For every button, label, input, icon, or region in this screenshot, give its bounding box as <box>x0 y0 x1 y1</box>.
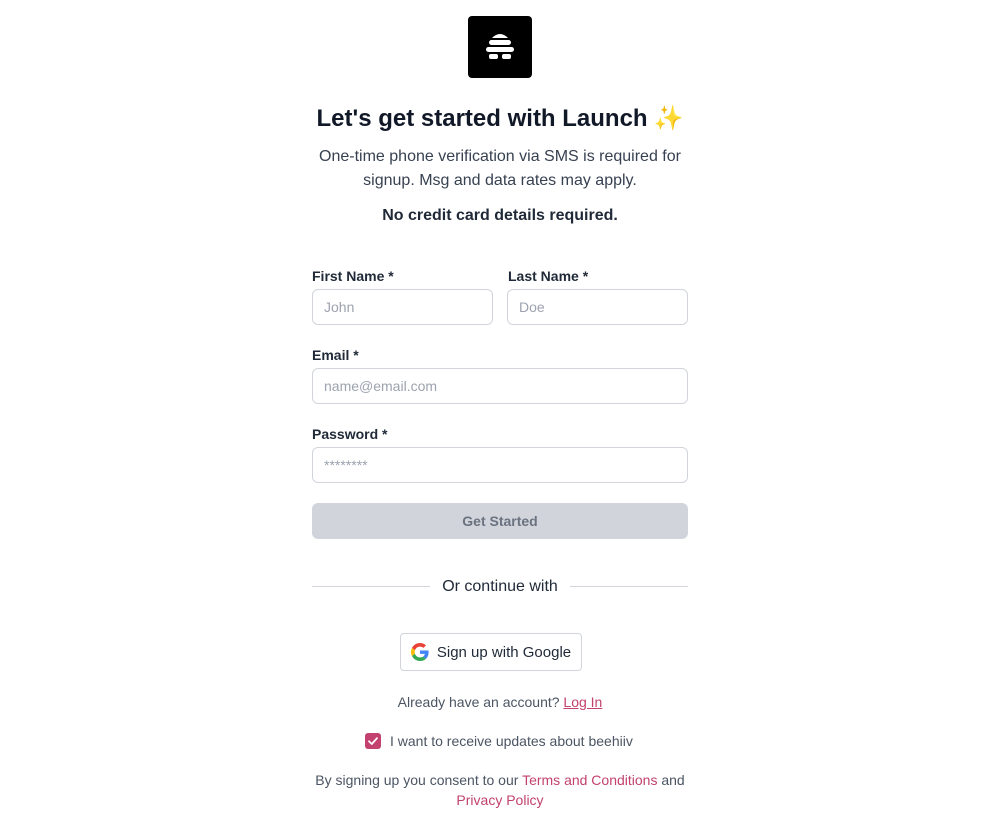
beehive-logo-icon <box>468 16 532 78</box>
divider-text: Or continue with <box>442 578 558 595</box>
page-subtitle: One-time phone verification via SMS is r… <box>319 148 681 189</box>
checkmark-icon <box>368 737 378 745</box>
updates-checkbox[interactable] <box>365 733 381 749</box>
divider-line-left <box>312 586 430 587</box>
terms-link[interactable]: Terms and Conditions <box>522 772 657 788</box>
sparkle-icon: ✨ <box>653 105 684 132</box>
google-signup-button[interactable]: Sign up with Google <box>400 633 582 671</box>
consent-text: By signing up you consent to our Terms a… <box>315 772 685 808</box>
google-icon <box>410 643 429 661</box>
email-input[interactable] <box>312 368 688 404</box>
page-title: Let's get started with Launch ✨ <box>316 105 684 132</box>
login-link[interactable]: Log In <box>563 694 602 710</box>
updates-checkbox-label: I want to receive updates about beehiiv <box>390 733 633 749</box>
google-signup-label: Sign up with Google <box>436 643 572 661</box>
no-credit-card-notice: No credit card details required. <box>382 207 618 224</box>
signup-page: Let's get started with Launch ✨ One-time … <box>0 0 1000 823</box>
last-name-label: Last Name * <box>508 268 589 284</box>
get-started-button[interactable]: Get Started <box>312 503 688 539</box>
last-name-input[interactable] <box>507 289 688 325</box>
first-name-input[interactable] <box>312 289 493 325</box>
first-name-label: First Name * <box>312 268 394 284</box>
password-label: Password * <box>312 426 388 442</box>
privacy-link[interactable]: Privacy Policy <box>456 792 543 808</box>
email-label: Email * <box>312 347 359 363</box>
login-prompt: Already have an account? Log In <box>397 694 603 710</box>
password-input[interactable] <box>312 447 688 483</box>
divider-line-right <box>570 586 688 587</box>
